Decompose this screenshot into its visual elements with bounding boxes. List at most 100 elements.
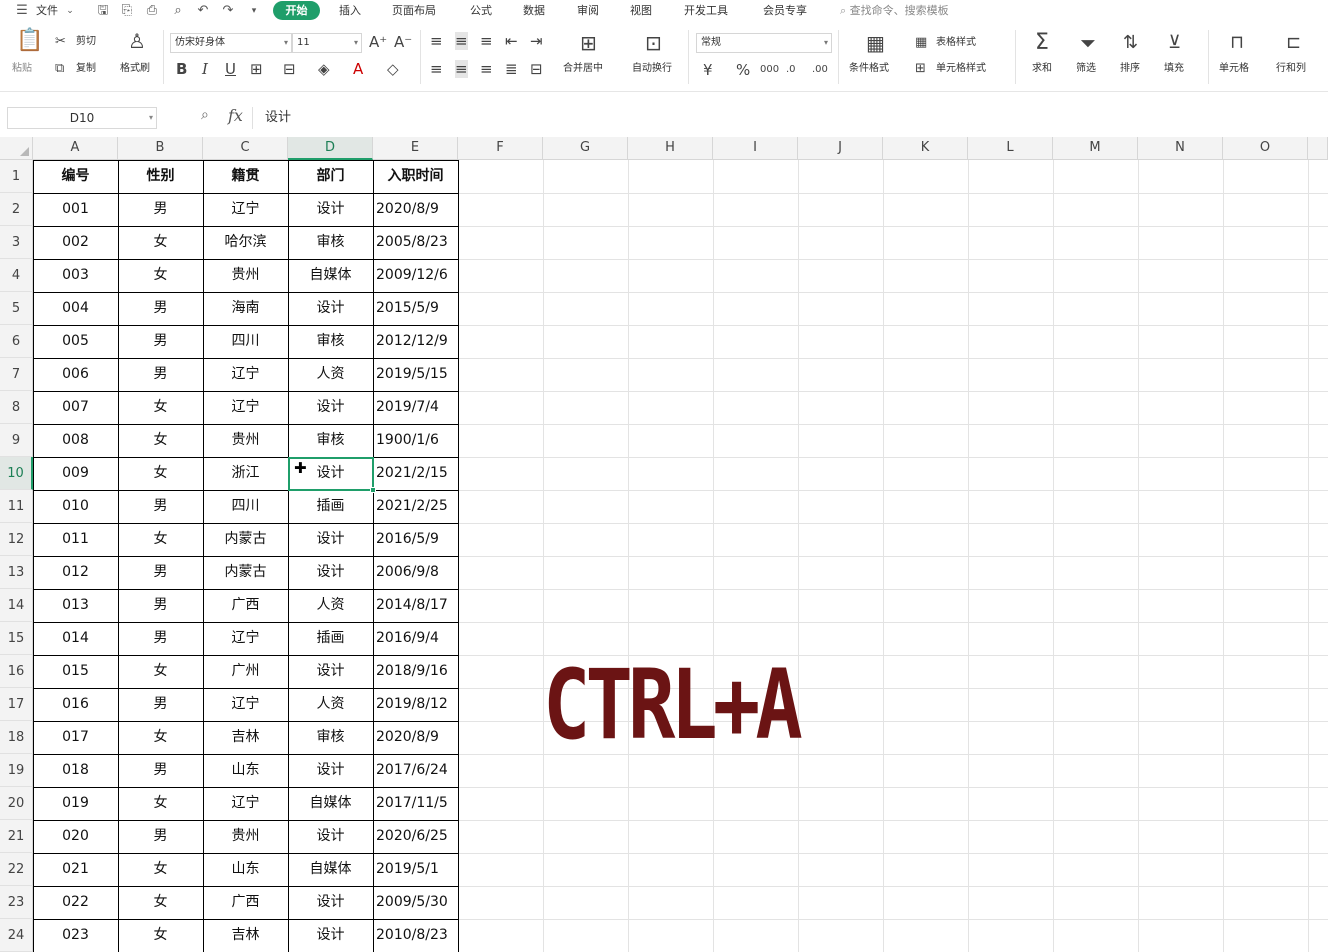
clear-format-icon[interactable]: ◇ [387, 60, 399, 78]
align-right-icon[interactable]: ≡ [480, 60, 493, 78]
cell-style-icon[interactable]: ⊞ [915, 60, 926, 78]
tab-view[interactable]: 视图 [630, 0, 652, 22]
bold-icon[interactable]: B [176, 60, 187, 78]
table-cell[interactable]: 009 [33, 457, 118, 490]
table-cell[interactable]: 012 [33, 556, 118, 589]
table-cell[interactable]: 辽宁 [203, 688, 288, 721]
print-preview-icon[interactable]: ⌕ [170, 3, 186, 19]
table-cell[interactable]: 内蒙古 [203, 523, 288, 556]
table-cell[interactable]: 2010/8/23 [373, 919, 458, 952]
number-format-select[interactable]: 常规 ▾ [696, 33, 832, 53]
format-painter-button[interactable]: 格式刷 [120, 62, 150, 76]
column-header-l[interactable]: L [968, 137, 1053, 160]
column-header-k[interactable]: K [883, 137, 968, 160]
table-cell[interactable]: 男 [118, 754, 203, 787]
select-all-corner[interactable] [0, 137, 33, 160]
filter-icon[interactable]: ⏷ [1080, 33, 1096, 53]
tab-page-layout[interactable]: 页面布局 [392, 0, 436, 22]
table-cell[interactable]: 女 [118, 259, 203, 292]
table-header-cell[interactable]: 性别 [118, 160, 203, 193]
row-header-13[interactable]: 13 [0, 556, 33, 589]
column-header-overflow[interactable] [1308, 137, 1328, 160]
table-cell[interactable]: 吉林 [203, 721, 288, 754]
table-cell[interactable]: 2009/12/6 [373, 259, 458, 292]
table-cell[interactable]: 女 [118, 226, 203, 259]
font-size-select[interactable]: 11 ▾ [292, 33, 362, 53]
currency-icon[interactable]: ¥ [703, 61, 713, 79]
column-header-a[interactable]: A [33, 137, 118, 160]
fill-color-icon[interactable]: ◈ [318, 60, 330, 78]
table-cell[interactable]: 审核 [288, 226, 373, 259]
table-cell[interactable]: 006 [33, 358, 118, 391]
table-cell[interactable]: 女 [118, 391, 203, 424]
chevron-down-icon[interactable]: ⌄ [62, 3, 78, 19]
wrap-text-button[interactable]: 自动换行 [632, 62, 672, 76]
menu-file[interactable]: 文件 [36, 0, 58, 22]
tab-review[interactable]: 审阅 [577, 0, 599, 22]
table-cell[interactable]: 广州 [203, 655, 288, 688]
row-header-23[interactable]: 23 [0, 886, 33, 919]
table-cell[interactable]: 2018/9/16 [373, 655, 458, 688]
table-cell[interactable]: 四川 [203, 490, 288, 523]
italic-icon[interactable]: I [202, 60, 208, 78]
table-cell[interactable]: 女 [118, 919, 203, 952]
table-cell[interactable]: 001 [33, 193, 118, 226]
table-cell[interactable]: 2006/9/8 [373, 556, 458, 589]
table-cell[interactable]: 人资 [288, 589, 373, 622]
underline-icon[interactable]: U [225, 60, 236, 78]
table-cell[interactable]: 插画 [288, 622, 373, 655]
table-cell[interactable]: 自媒体 [288, 787, 373, 820]
align-top-icon[interactable]: ≡ [430, 32, 443, 50]
table-header-cell[interactable]: 入职时间 [373, 160, 458, 193]
print-icon[interactable]: ⎙ [144, 3, 160, 19]
table-cell[interactable]: 设计 [288, 193, 373, 226]
table-cell[interactable]: 022 [33, 886, 118, 919]
save-icon[interactable]: 🖫 [95, 3, 111, 19]
tab-data[interactable]: 数据 [523, 0, 545, 22]
font-color-icon[interactable]: A [353, 60, 363, 78]
thousands-icon[interactable]: 000 [760, 61, 779, 79]
fill-icon[interactable]: ⊻ [1168, 34, 1181, 52]
table-cell[interactable]: 2017/6/24 [373, 754, 458, 787]
table-cell[interactable]: 女 [118, 787, 203, 820]
cell-icon[interactable]: ⊓ [1230, 34, 1244, 52]
row-header-12[interactable]: 12 [0, 523, 33, 556]
percent-icon[interactable]: % [736, 61, 750, 79]
formula-input[interactable]: 设计 [252, 107, 1328, 129]
table-cell[interactable]: 男 [118, 358, 203, 391]
table-cell[interactable]: 男 [118, 820, 203, 853]
row-header-15[interactable]: 15 [0, 622, 33, 655]
table-cell[interactable]: 008 [33, 424, 118, 457]
scissors-icon[interactable]: ✂ [55, 33, 66, 51]
row-header-18[interactable]: 18 [0, 721, 33, 754]
export-icon[interactable]: ⎘ [119, 3, 135, 19]
fx-icon[interactable]: fx [228, 106, 243, 125]
copy-button[interactable]: 复制 [76, 62, 96, 76]
table-cell[interactable]: 女 [118, 424, 203, 457]
tab-insert[interactable]: 插入 [339, 0, 361, 22]
row-header-17[interactable]: 17 [0, 688, 33, 721]
table-cell[interactable]: 2012/12/9 [373, 325, 458, 358]
justify-icon[interactable]: ≣ [505, 60, 518, 78]
increase-font-icon[interactable]: A⁺ [369, 33, 387, 51]
row-header-19[interactable]: 19 [0, 754, 33, 787]
table-cell[interactable]: 004 [33, 292, 118, 325]
table-cell[interactable]: 003 [33, 259, 118, 292]
decrease-decimal-icon[interactable]: .00 [812, 61, 828, 79]
row-header-2[interactable]: 2 [0, 193, 33, 226]
table-cell[interactable]: 设计 [288, 523, 373, 556]
table-cell[interactable]: 内蒙古 [203, 556, 288, 589]
table-cell[interactable]: 男 [118, 622, 203, 655]
row-header-24[interactable]: 24 [0, 919, 33, 952]
row-header-8[interactable]: 8 [0, 391, 33, 424]
table-cell[interactable]: 四川 [203, 325, 288, 358]
row-header-9[interactable]: 9 [0, 424, 33, 457]
table-cell[interactable]: 男 [118, 589, 203, 622]
redo-icon[interactable]: ↷ [220, 3, 236, 19]
font-name-select[interactable]: 仿宋好身体 ▾ [170, 33, 292, 53]
table-cell[interactable]: 2019/5/1 [373, 853, 458, 886]
table-cell[interactable]: 男 [118, 193, 203, 226]
table-cell[interactable]: 020 [33, 820, 118, 853]
table-cell[interactable]: 2019/5/15 [373, 358, 458, 391]
table-cell[interactable]: 辽宁 [203, 391, 288, 424]
